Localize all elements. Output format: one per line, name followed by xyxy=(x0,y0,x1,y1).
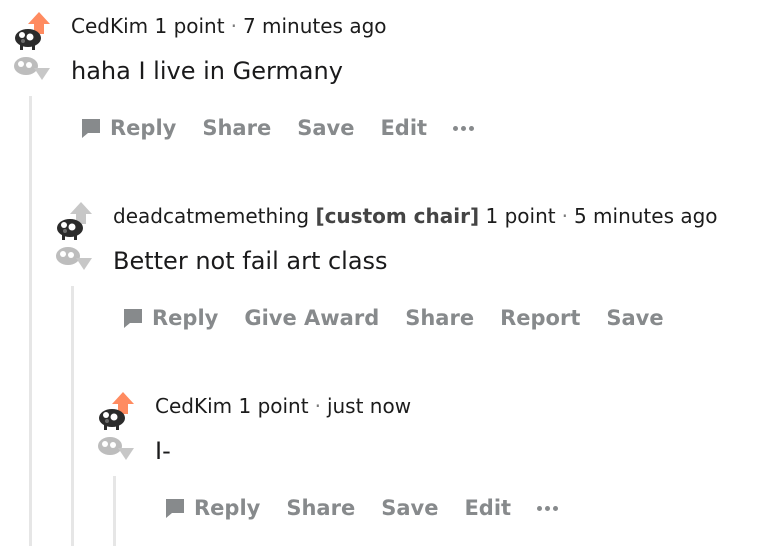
reply-label: Reply xyxy=(152,306,219,330)
downvote-arrow-icon[interactable] xyxy=(54,244,92,274)
comment-meta: CedKim 1 point · 7 minutes ago xyxy=(71,14,387,38)
timestamp[interactable]: 7 minutes ago xyxy=(243,14,387,38)
edit-button[interactable]: Edit xyxy=(380,116,427,140)
username-link[interactable]: CedKim xyxy=(155,394,232,418)
comment-meta: deadcatmemething [custom chair] 1 point ·… xyxy=(113,204,718,228)
points-count: 1 point xyxy=(238,394,309,418)
reply-button[interactable]: Reply xyxy=(164,496,260,520)
comment-actions: Reply Give Award Share Report Save xyxy=(122,306,690,330)
more-dots-icon[interactable] xyxy=(453,125,475,131)
timestamp[interactable]: just now xyxy=(327,394,411,418)
upvote-arrow-icon[interactable] xyxy=(12,10,50,50)
separator-dot: · xyxy=(314,394,321,418)
reply-label: Reply xyxy=(194,496,261,520)
comment-actions: Reply Share Save Edit xyxy=(164,496,584,520)
thread-line-level-3[interactable] xyxy=(113,476,116,546)
thread-line-level-2[interactable] xyxy=(71,286,74,546)
comment-body: Better not fail art class xyxy=(113,247,388,275)
points-count: 1 point xyxy=(154,14,225,38)
thread-line-level-1[interactable] xyxy=(29,96,32,546)
comment-actions: Reply Share Save Edit xyxy=(80,116,500,140)
save-button[interactable]: Save xyxy=(606,306,663,330)
share-button[interactable]: Share xyxy=(202,116,271,140)
comment-body: I- xyxy=(155,437,171,465)
share-button[interactable]: Share xyxy=(286,496,355,520)
reply-bubble-icon xyxy=(166,499,184,518)
more-dots-icon[interactable] xyxy=(537,505,559,511)
comment-meta: CedKim 1 point · just now xyxy=(155,394,411,418)
reply-bubble-icon xyxy=(82,119,100,138)
report-button[interactable]: Report xyxy=(500,306,580,330)
reply-bubble-icon xyxy=(124,309,142,328)
username-link[interactable]: deadcatmemething xyxy=(113,204,309,228)
user-flair: [custom chair] xyxy=(315,204,480,228)
reply-label: Reply xyxy=(110,116,177,140)
give-award-button[interactable]: Give Award xyxy=(244,306,379,330)
downvote-arrow-icon[interactable] xyxy=(12,54,50,84)
edit-button[interactable]: Edit xyxy=(464,496,511,520)
reply-button[interactable]: Reply xyxy=(80,116,176,140)
reply-button[interactable]: Reply xyxy=(122,306,218,330)
save-button[interactable]: Save xyxy=(381,496,438,520)
separator-dot: · xyxy=(561,204,568,228)
points-count: 1 point xyxy=(485,204,556,228)
downvote-arrow-icon[interactable] xyxy=(96,434,134,464)
timestamp[interactable]: 5 minutes ago xyxy=(574,204,718,228)
username-link[interactable]: CedKim xyxy=(71,14,148,38)
comment-body: haha I live in Germany xyxy=(71,57,343,85)
upvote-arrow-icon[interactable] xyxy=(96,390,134,430)
upvote-arrow-icon[interactable] xyxy=(54,200,92,240)
share-button[interactable]: Share xyxy=(405,306,474,330)
separator-dot: · xyxy=(230,14,237,38)
save-button[interactable]: Save xyxy=(297,116,354,140)
